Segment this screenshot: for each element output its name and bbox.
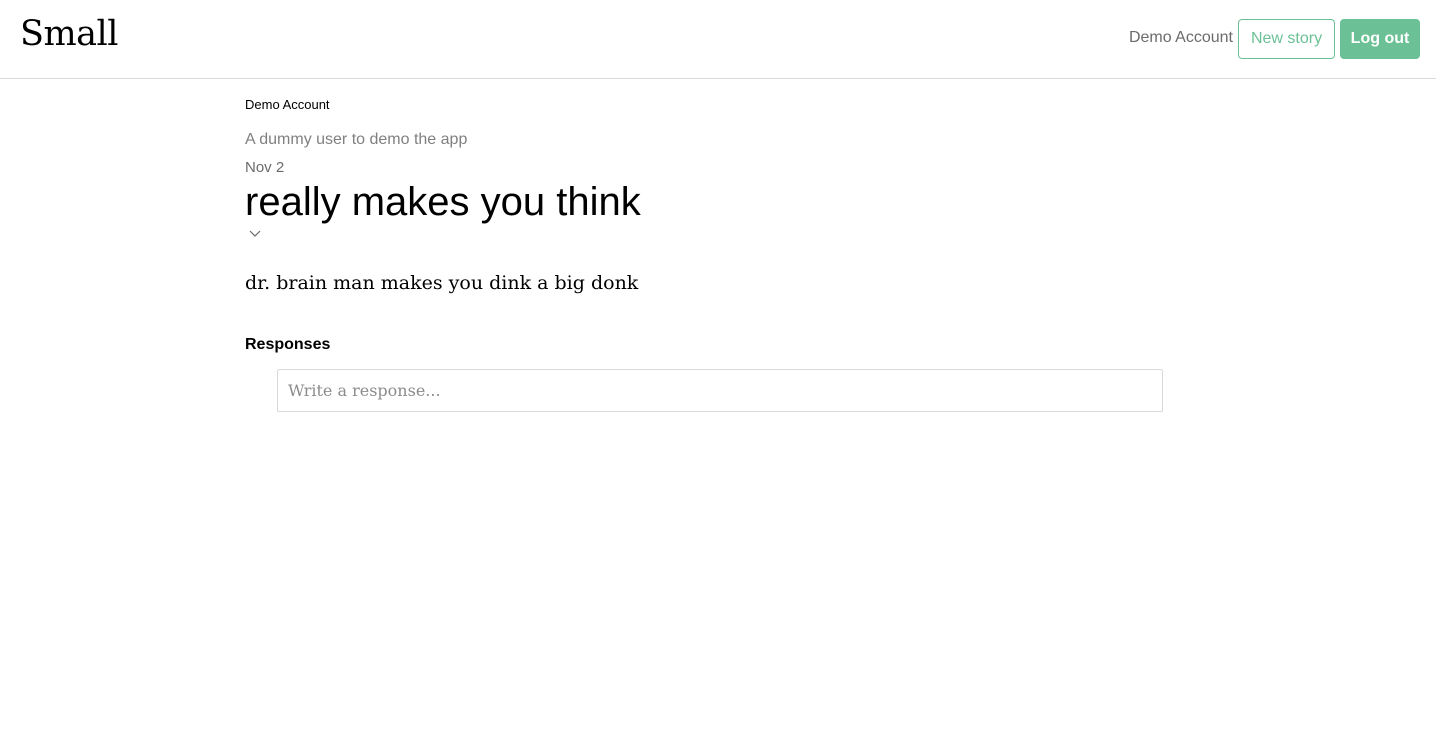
chevron-down-icon[interactable]: [247, 226, 263, 242]
story-title: really makes you think: [245, 180, 641, 224]
story-body: dr. brain man makes you dink a big donk: [245, 272, 639, 294]
author-name-link[interactable]: Demo Account: [245, 97, 330, 113]
new-story-button[interactable]: New story: [1238, 19, 1335, 59]
top-nav-bar: Small Demo Account New story Log out: [0, 0, 1436, 79]
story-date: Nov 2: [245, 159, 285, 176]
logout-button[interactable]: Log out: [1340, 19, 1420, 59]
author-bio: A dummy user to demo the app: [245, 131, 468, 148]
logo[interactable]: Small: [20, 12, 118, 56]
response-input[interactable]: [277, 369, 1163, 412]
responses-heading: Responses: [245, 336, 331, 353]
current-user-link[interactable]: Demo Account: [1129, 28, 1233, 48]
